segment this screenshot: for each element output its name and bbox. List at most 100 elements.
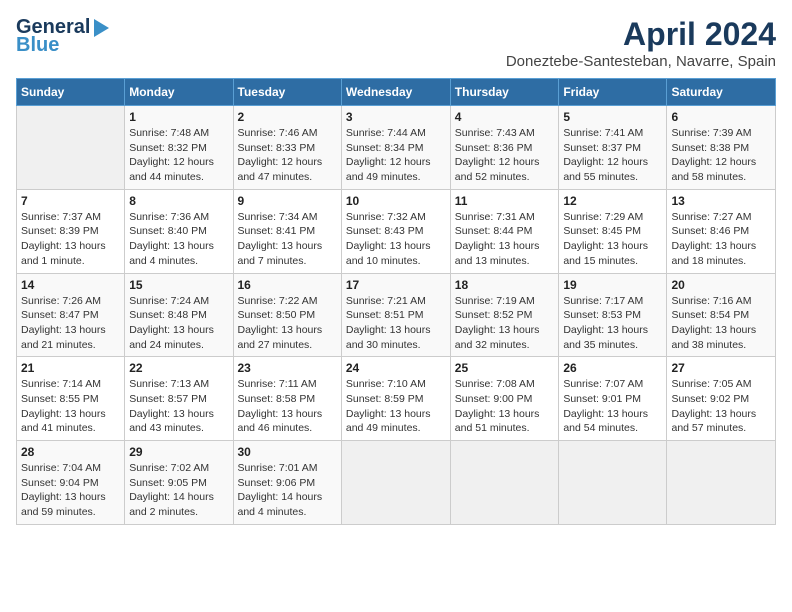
day-number: 7 [21,194,120,208]
calendar-cell: 25 Sunrise: 7:08 AMSunset: 9:00 PMDayligh… [450,357,559,441]
day-number: 18 [455,278,555,292]
calendar-header-row: SundayMondayTuesdayWednesdayThursdayFrid… [17,79,776,106]
calendar-cell: 28 Sunrise: 7:04 AMSunset: 9:04 PMDayligh… [17,441,125,525]
day-number: 26 [563,361,662,375]
day-number: 15 [129,278,228,292]
calendar-cell: 27 Sunrise: 7:05 AMSunset: 9:02 PMDayligh… [667,357,776,441]
page-header: General Blue April 2024 Doneztebe-Santes… [16,16,776,70]
day-info: Sunrise: 7:08 AMSunset: 9:00 PMDaylight:… [455,377,555,436]
calendar-cell: 18 Sunrise: 7:19 AMSunset: 8:52 PMDayligh… [450,273,559,357]
calendar-cell: 26 Sunrise: 7:07 AMSunset: 9:01 PMDayligh… [559,357,667,441]
header-sunday: Sunday [17,79,125,106]
calendar-cell: 17Sunrise: 7:21 AMSunset: 8:51 PMDayligh… [341,273,450,357]
calendar-cell: 22 Sunrise: 7:13 AMSunset: 8:57 PMDayligh… [125,357,233,441]
day-info: Sunrise: 7:39 AMSunset: 8:38 PMDaylight:… [671,126,771,185]
day-number: 27 [671,361,771,375]
day-info: Sunrise: 7:31 AMSunset: 8:44 PMDaylight:… [455,210,555,269]
day-number: 2 [238,110,337,124]
day-info: Sunrise: 7:48 AMSunset: 8:32 PMDaylight:… [129,126,228,185]
day-info: Sunrise: 7:22 AMSunset: 8:50 PMDaylight:… [238,294,337,353]
day-info: Sunrise: 7:36 AMSunset: 8:40 PMDaylight:… [129,210,228,269]
calendar-cell: 20 Sunrise: 7:16 AMSunset: 8:54 PMDayligh… [667,273,776,357]
day-number: 21 [21,361,120,375]
day-number: 11 [455,194,555,208]
day-number: 14 [21,278,120,292]
header-thursday: Thursday [450,79,559,106]
logo-blue: Blue [16,34,59,56]
calendar-cell: 29Sunrise: 7:02 AMSunset: 9:05 PMDayligh… [125,441,233,525]
day-number: 9 [238,194,337,208]
calendar-table: SundayMondayTuesdayWednesdayThursdayFrid… [16,78,776,525]
logo-arrow-icon [94,19,109,37]
calendar-cell: 11 Sunrise: 7:31 AMSunset: 8:44 PMDayligh… [450,189,559,273]
calendar-cell: 23 Sunrise: 7:11 AMSunset: 8:58 PMDayligh… [233,357,341,441]
day-info: Sunrise: 7:19 AMSunset: 8:52 PMDaylight:… [455,294,555,353]
calendar-week-row: 21 Sunrise: 7:14 AMSunset: 8:55 PMDayligh… [17,357,776,441]
day-info: Sunrise: 7:17 AMSunset: 8:53 PMDaylight:… [563,294,662,353]
day-info: Sunrise: 7:05 AMSunset: 9:02 PMDaylight:… [671,377,771,436]
calendar-cell: 6 Sunrise: 7:39 AMSunset: 8:38 PMDaylight… [667,106,776,190]
calendar-cell [559,441,667,525]
day-info: Sunrise: 7:14 AMSunset: 8:55 PMDaylight:… [21,377,120,436]
day-number: 5 [563,110,662,124]
calendar-cell [341,441,450,525]
day-info: Sunrise: 7:26 AMSunset: 8:47 PMDaylight:… [21,294,120,353]
calendar-week-row: 28 Sunrise: 7:04 AMSunset: 9:04 PMDayligh… [17,441,776,525]
header-saturday: Saturday [667,79,776,106]
calendar-cell: 8Sunrise: 7:36 AMSunset: 8:40 PMDaylight… [125,189,233,273]
day-info: Sunrise: 7:02 AMSunset: 9:05 PMDaylight:… [129,461,228,520]
day-info: Sunrise: 7:29 AMSunset: 8:45 PMDaylight:… [563,210,662,269]
day-number: 16 [238,278,337,292]
day-number: 28 [21,445,120,459]
day-info: Sunrise: 7:11 AMSunset: 8:58 PMDaylight:… [238,377,337,436]
day-number: 17 [346,278,446,292]
calendar-cell: 2 Sunrise: 7:46 AMSunset: 8:33 PMDaylight… [233,106,341,190]
day-number: 12 [563,194,662,208]
day-info: Sunrise: 7:46 AMSunset: 8:33 PMDaylight:… [238,126,337,185]
calendar-cell: 24 Sunrise: 7:10 AMSunset: 8:59 PMDayligh… [341,357,450,441]
calendar-cell: 5Sunrise: 7:41 AMSunset: 8:37 PMDaylight… [559,106,667,190]
day-number: 22 [129,361,228,375]
calendar-cell: 15 Sunrise: 7:24 AMSunset: 8:48 PMDayligh… [125,273,233,357]
day-number: 3 [346,110,446,124]
day-number: 1 [129,110,228,124]
day-info: Sunrise: 7:04 AMSunset: 9:04 PMDaylight:… [21,461,120,520]
calendar-cell [450,441,559,525]
day-info: Sunrise: 7:13 AMSunset: 8:57 PMDaylight:… [129,377,228,436]
calendar-cell: 30Sunrise: 7:01 AMSunset: 9:06 PMDayligh… [233,441,341,525]
day-number: 25 [455,361,555,375]
day-number: 23 [238,361,337,375]
title-block: April 2024 Doneztebe-Santesteban, Navarr… [506,16,776,70]
day-info: Sunrise: 7:24 AMSunset: 8:48 PMDaylight:… [129,294,228,353]
day-number: 13 [671,194,771,208]
header-monday: Monday [125,79,233,106]
day-number: 24 [346,361,446,375]
day-info: Sunrise: 7:16 AMSunset: 8:54 PMDaylight:… [671,294,771,353]
day-number: 4 [455,110,555,124]
calendar-cell: 9 Sunrise: 7:34 AMSunset: 8:41 PMDaylight… [233,189,341,273]
page-subtitle: Doneztebe-Santesteban, Navarre, Spain [506,53,776,70]
day-number: 19 [563,278,662,292]
day-info: Sunrise: 7:07 AMSunset: 9:01 PMDaylight:… [563,377,662,436]
day-number: 20 [671,278,771,292]
calendar-cell: 16 Sunrise: 7:22 AMSunset: 8:50 PMDayligh… [233,273,341,357]
day-info: Sunrise: 7:37 AMSunset: 8:39 PMDaylight:… [21,210,120,269]
day-info: Sunrise: 7:10 AMSunset: 8:59 PMDaylight:… [346,377,446,436]
header-wednesday: Wednesday [341,79,450,106]
calendar-cell: 19 Sunrise: 7:17 AMSunset: 8:53 PMDayligh… [559,273,667,357]
calendar-cell: 12 Sunrise: 7:29 AMSunset: 8:45 PMDayligh… [559,189,667,273]
calendar-week-row: 1 Sunrise: 7:48 AMSunset: 8:32 PMDaylight… [17,106,776,190]
calendar-week-row: 14 Sunrise: 7:26 AMSunset: 8:47 PMDayligh… [17,273,776,357]
calendar-cell: 13 Sunrise: 7:27 AMSunset: 8:46 PMDayligh… [667,189,776,273]
day-info: Sunrise: 7:34 AMSunset: 8:41 PMDaylight:… [238,210,337,269]
day-info: Sunrise: 7:43 AMSunset: 8:36 PMDaylight:… [455,126,555,185]
calendar-cell: 14 Sunrise: 7:26 AMSunset: 8:47 PMDayligh… [17,273,125,357]
header-tuesday: Tuesday [233,79,341,106]
day-info: Sunrise: 7:44 AMSunset: 8:34 PMDaylight:… [346,126,446,185]
calendar-cell: 21 Sunrise: 7:14 AMSunset: 8:55 PMDayligh… [17,357,125,441]
day-info: Sunrise: 7:27 AMSunset: 8:46 PMDaylight:… [671,210,771,269]
calendar-week-row: 7 Sunrise: 7:37 AMSunset: 8:39 PMDaylight… [17,189,776,273]
day-number: 6 [671,110,771,124]
calendar-cell: 1 Sunrise: 7:48 AMSunset: 8:32 PMDaylight… [125,106,233,190]
calendar-cell: 3 Sunrise: 7:44 AMSunset: 8:34 PMDaylight… [341,106,450,190]
